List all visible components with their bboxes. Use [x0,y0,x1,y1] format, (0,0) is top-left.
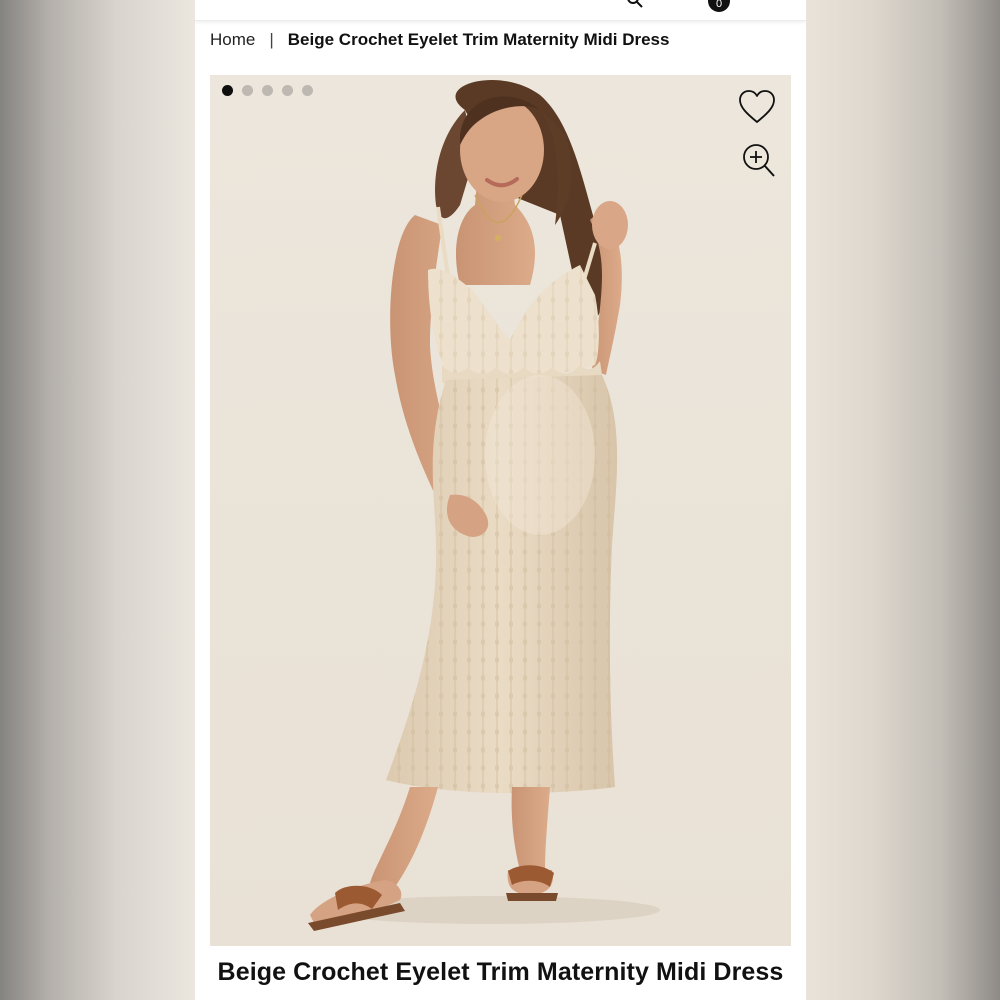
carousel-dot-4[interactable] [282,85,293,96]
search-icon[interactable] [627,0,643,8]
carousel-dot-2[interactable] [242,85,253,96]
cart-count-badge[interactable]: 0 [708,0,730,12]
heart-icon[interactable] [738,89,776,125]
zoom-in-icon[interactable] [742,143,776,179]
carousel-dot-1[interactable] [222,85,233,96]
breadcrumb: Home | Beige Crochet Eyelet Trim Materni… [210,29,669,51]
mobile-page: 0 Home | Beige Crochet Eyelet Trim Mater… [195,0,806,1000]
carousel-dot-3[interactable] [262,85,273,96]
carousel-dot-5[interactable] [302,85,313,96]
top-nav-bar: 0 [195,0,806,21]
product-title: Beige Crochet Eyelet Trim Maternity Midi… [217,958,784,986]
breadcrumb-home-link[interactable]: Home [210,30,255,50]
product-photo[interactable] [210,75,791,946]
right-blur-background [806,0,1000,1000]
left-blur-background [0,0,195,1000]
breadcrumb-separator: | [269,30,274,49]
breadcrumb-current-page: Beige Crochet Eyelet Trim Maternity Midi… [287,30,670,49]
carousel-dots [222,85,313,96]
product-image-gallery[interactable] [210,75,791,946]
